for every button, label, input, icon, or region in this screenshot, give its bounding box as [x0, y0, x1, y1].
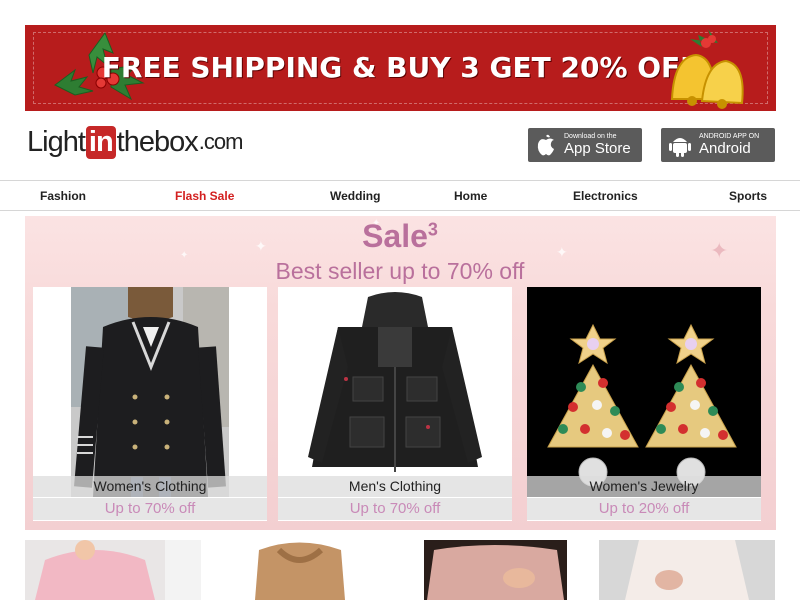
card-category-label: Women's Jewelry [527, 476, 761, 497]
bells-icon [670, 29, 744, 109]
card-deal-text: Up to 70% off [33, 498, 267, 520]
card-category-label: Women's Clothing [33, 476, 267, 497]
nav-item-fashion[interactable]: Fashion [40, 189, 86, 203]
nav-item-wedding[interactable]: Wedding [330, 189, 380, 203]
sale-title-text: Sale [362, 218, 428, 254]
womens-coat-image [33, 287, 267, 497]
product-thumbnail[interactable] [424, 540, 567, 600]
promo-banner[interactable]: FREE SHIPPING & BUY 3 GET 20% OFF [25, 25, 776, 111]
android-app-button[interactable]: ANDROID APP ON Android [661, 128, 775, 162]
card-category-label: Men's Clothing [278, 476, 512, 497]
logo-text-com: .com [198, 129, 244, 154]
logo-text-light: Light [27, 125, 86, 158]
product-card-mens-clothing[interactable]: Men's Clothing Up to 70% off [278, 287, 512, 521]
sale-title: Sale3 [0, 218, 800, 255]
nav-item-electronics[interactable]: Electronics [573, 189, 638, 203]
nav-item-home[interactable]: Home [454, 189, 487, 203]
card-deal-text: Up to 70% off [278, 498, 512, 520]
nav-item-flash-sale[interactable]: Flash Sale [175, 189, 234, 203]
product-card-womens-clothing[interactable]: Women's Clothing Up to 70% off [33, 287, 267, 521]
jewelry-earrings-image [527, 287, 761, 497]
site-logo[interactable]: Light in thebox .com [27, 124, 244, 160]
product-thumbnail[interactable] [599, 540, 775, 600]
sale-title-sup: 3 [427, 219, 438, 240]
product-card-womens-jewelry[interactable]: Women's Jewelry Up to 20% off [527, 287, 761, 521]
card-deal-text: Up to 20% off [527, 498, 761, 520]
android-icon [669, 138, 691, 157]
product-thumbnail[interactable] [25, 540, 201, 600]
logo-text-thebox: thebox [116, 125, 199, 158]
main-nav: Fashion Flash Sale Wedding Home Electron… [0, 180, 800, 211]
sale-subtitle: Best seller up to 70% off [275, 258, 525, 284]
nav-item-sports[interactable]: Sports [729, 189, 767, 203]
app-store-button[interactable]: Download on the App Store [528, 128, 642, 162]
android-big-text: Android [699, 140, 751, 157]
app-store-big-text: App Store [564, 140, 631, 157]
apple-icon [537, 134, 554, 156]
product-thumbnail[interactable] [249, 540, 351, 600]
mens-jacket-image [278, 287, 512, 497]
logo-text-in: in [85, 125, 116, 159]
